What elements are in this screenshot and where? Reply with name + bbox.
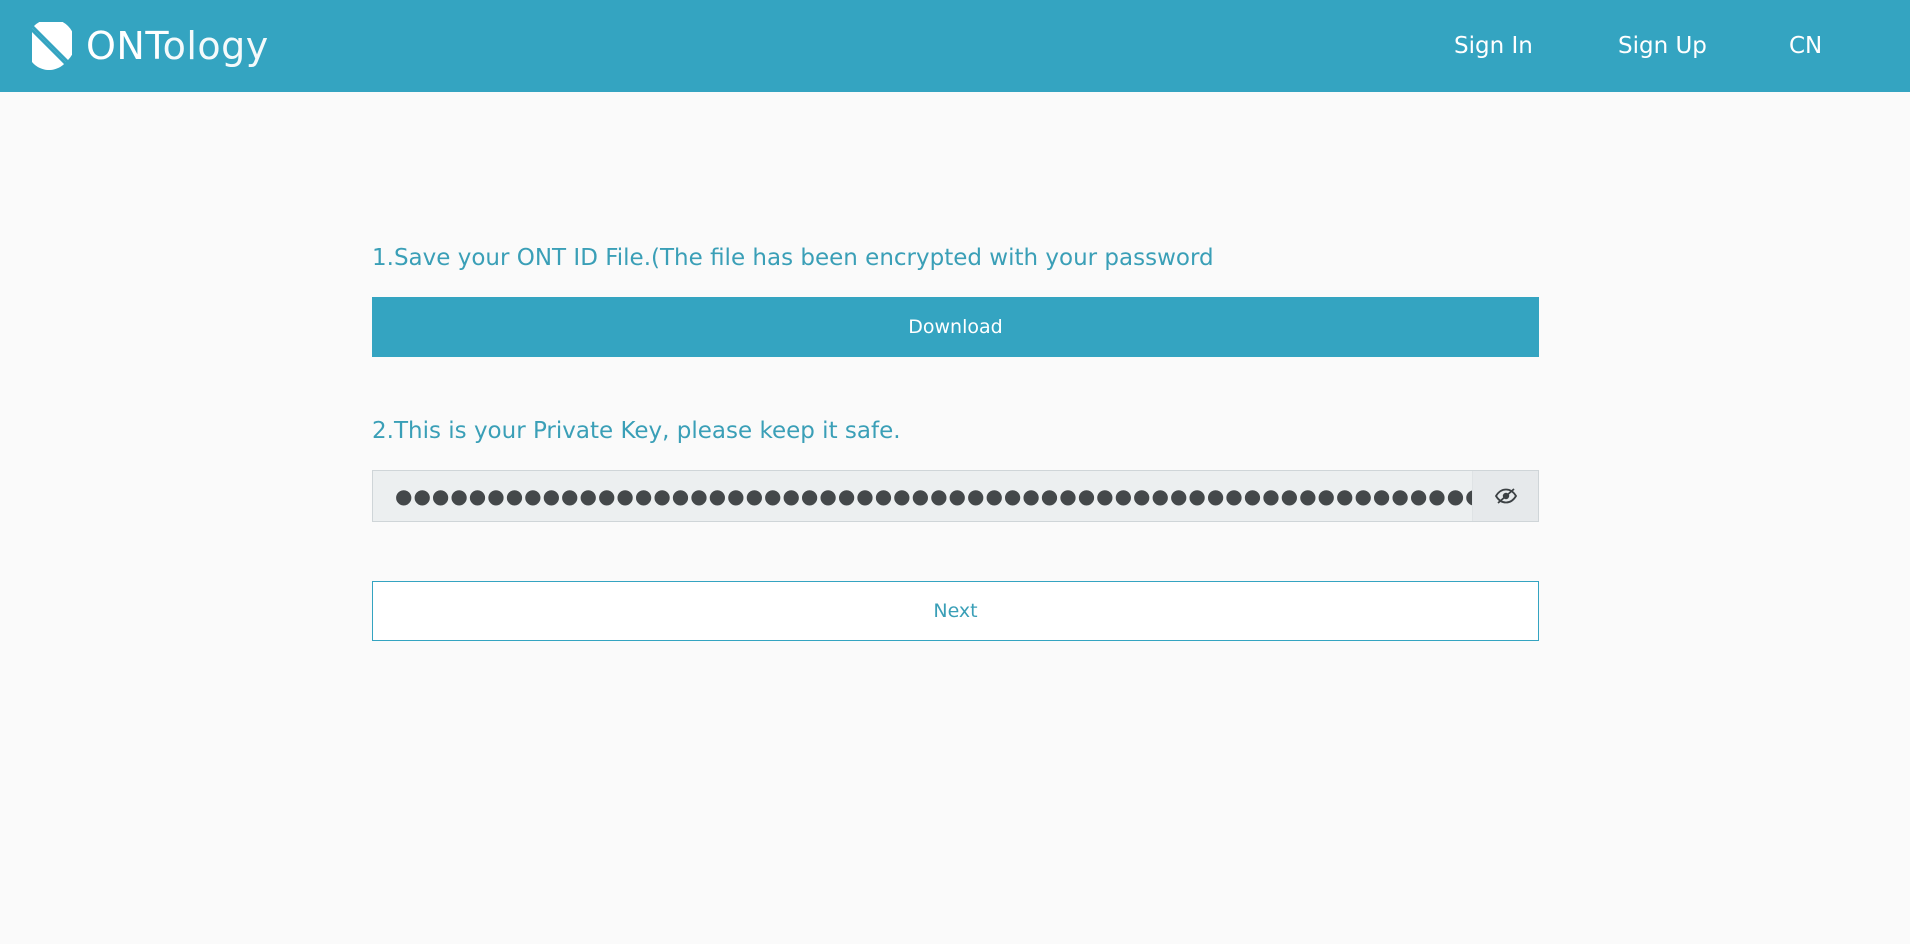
- language-cn-link[interactable]: CN: [1789, 0, 1822, 92]
- sign-up-link[interactable]: Sign Up: [1618, 0, 1707, 92]
- logo[interactable]: ONTology: [24, 22, 269, 70]
- step2-label: 2.This is your Private Key, please keep …: [372, 418, 901, 444]
- step1-label: 1.Save your ONT ID File.(The file has be…: [372, 245, 1214, 271]
- sign-in-link[interactable]: Sign In: [1454, 0, 1533, 92]
- next-button[interactable]: Next: [372, 581, 1539, 641]
- eye-slash-icon: [1494, 488, 1517, 504]
- download-button[interactable]: Download: [372, 297, 1539, 357]
- logo-text-light: ology: [162, 24, 269, 68]
- ontology-logo-icon: [28, 22, 72, 70]
- private-key-field: [372, 470, 1539, 522]
- top-header: ONTology Sign In Sign Up CN: [0, 0, 1910, 92]
- logo-text: ONTology: [86, 22, 269, 70]
- private-key-input[interactable]: [373, 471, 1472, 521]
- toggle-visibility-button[interactable]: [1472, 471, 1538, 521]
- logo-text-bold: ONT: [86, 24, 163, 68]
